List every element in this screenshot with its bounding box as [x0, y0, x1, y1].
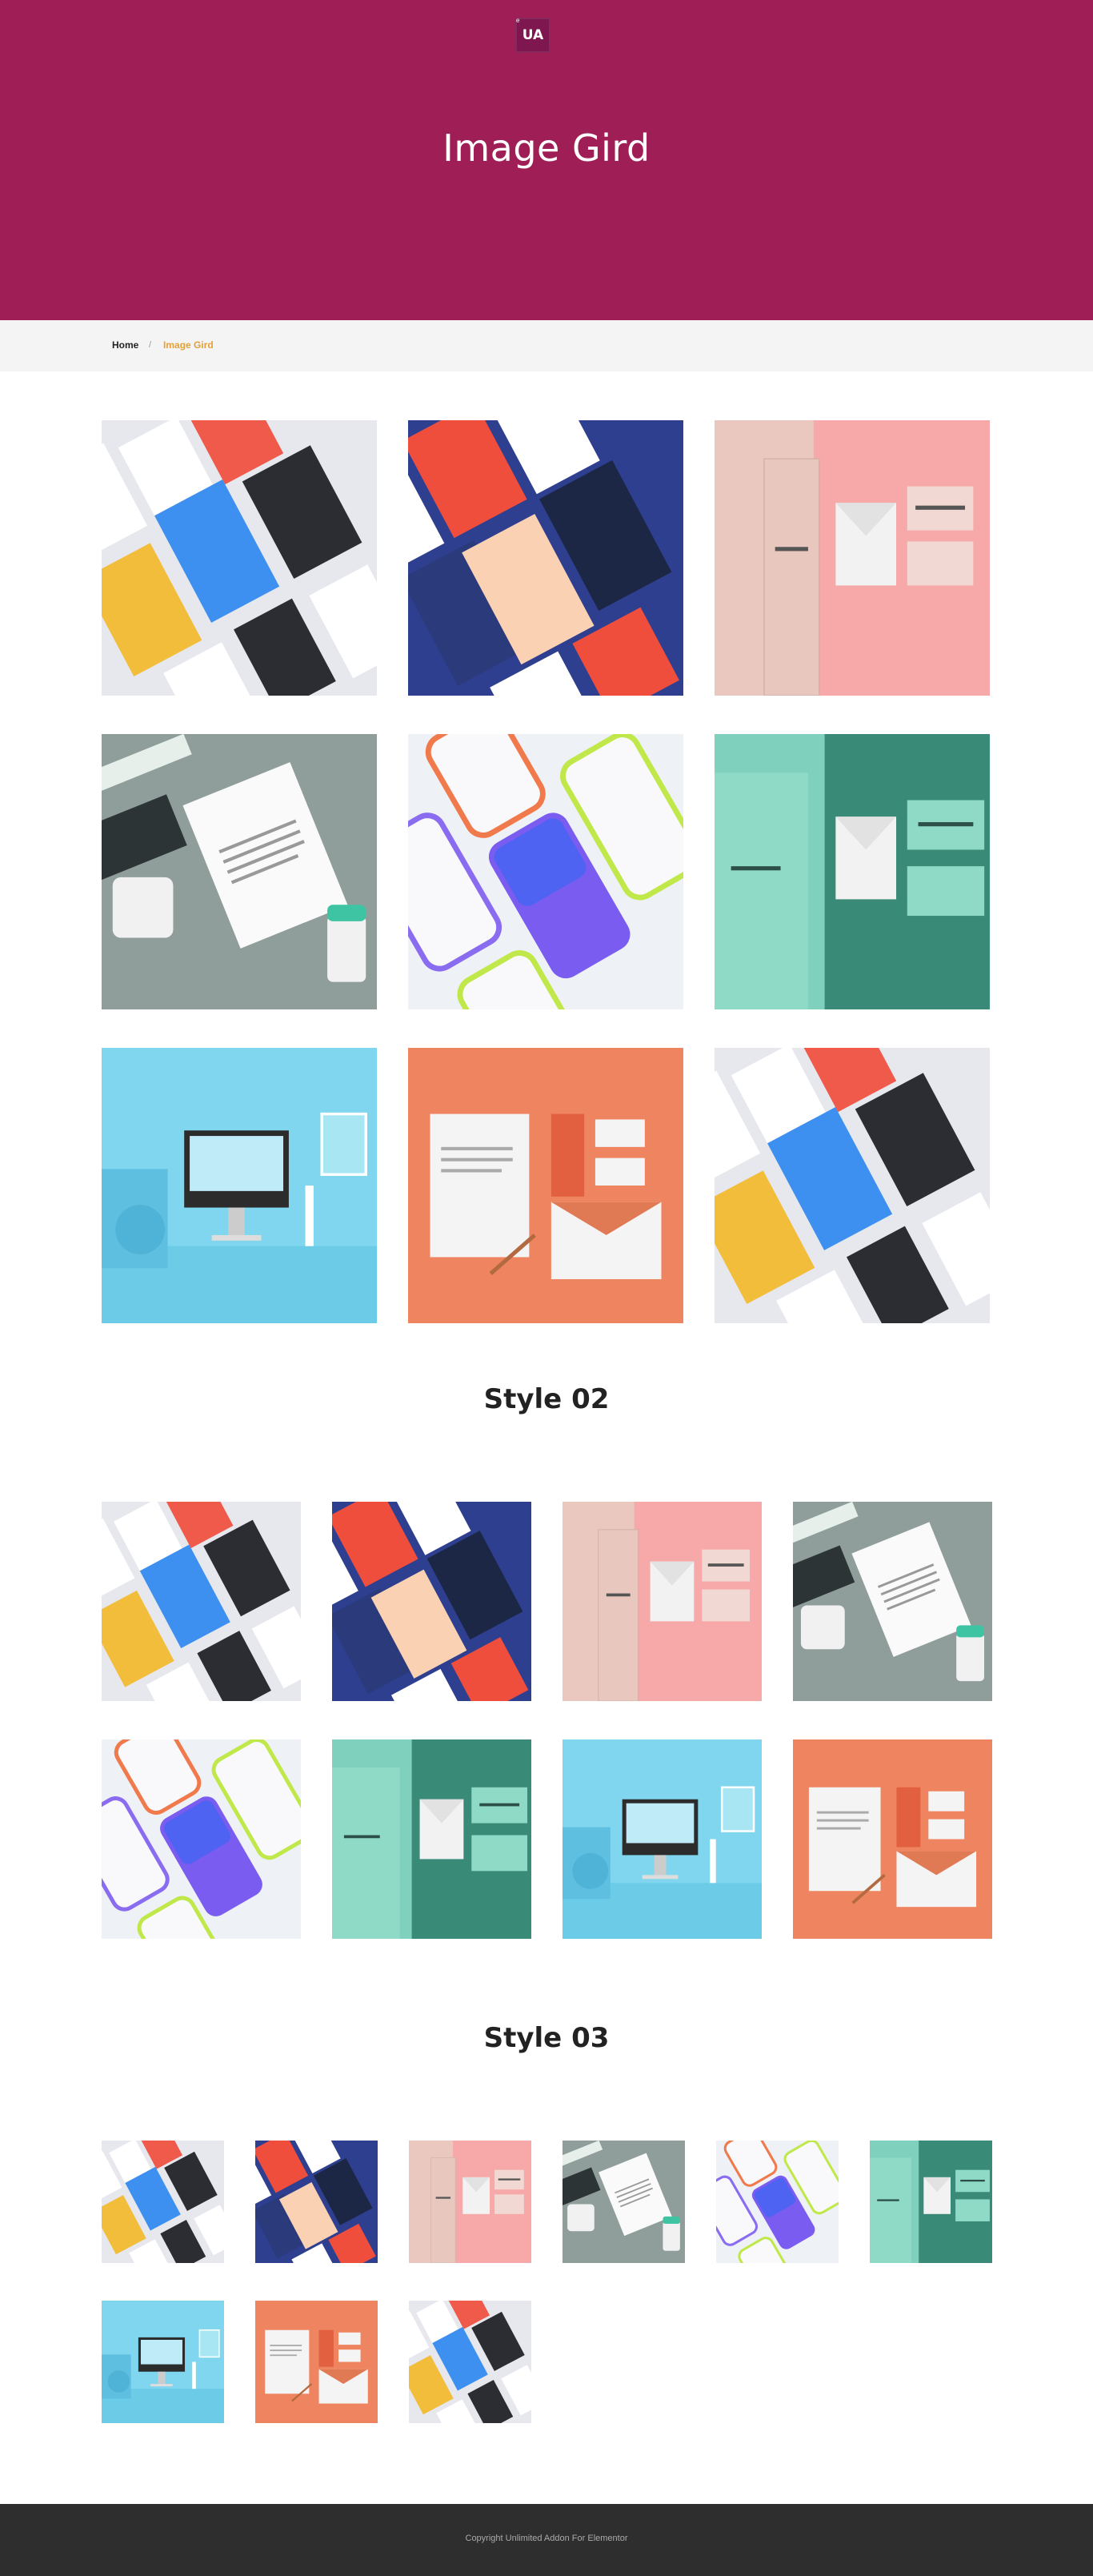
page-title: Image Gird [442, 126, 651, 170]
perspective-mockup-image [255, 2141, 378, 2263]
mockup-color-cards-image-tile[interactable] [409, 2301, 531, 2423]
iphone-x-mockup-image [408, 734, 683, 1009]
breadcrumb-current: Image Gird [163, 339, 214, 351]
pink-stationery-image-tile[interactable] [563, 1502, 762, 1701]
mint-stationery-image-tile[interactable] [870, 2141, 992, 2263]
mockup-color-cards-image [409, 2301, 531, 2423]
mockup-color-cards-image-tile[interactable] [715, 1048, 990, 1323]
section-title-style-03: Style 03 [483, 2022, 610, 2054]
mint-stationery-image [715, 734, 990, 1009]
letterhead-mug-image-tile[interactable] [563, 2141, 685, 2263]
breadcrumb-separator: / [149, 340, 152, 350]
perspective-mockup-image-tile[interactable] [408, 420, 683, 696]
section-title-style-02: Style 02 [483, 1383, 610, 1415]
mint-stationery-image [332, 1739, 531, 1939]
orange-stationery-image-tile[interactable] [408, 1048, 683, 1323]
orange-stationery-image [793, 1739, 992, 1939]
pink-stationery-image-tile[interactable] [715, 420, 990, 696]
mint-stationery-image-tile[interactable] [715, 734, 990, 1009]
pink-stationery-image [409, 2141, 531, 2263]
orange-stationery-image-tile[interactable] [255, 2301, 378, 2423]
letterhead-mug-image [563, 2141, 685, 2263]
perspective-mockup-image [408, 420, 683, 696]
mint-stationery-image [870, 2141, 992, 2263]
perspective-mockup-image-tile[interactable] [332, 1502, 531, 1701]
orange-stationery-image [255, 2301, 378, 2423]
mockup-color-cards-image-tile[interactable] [102, 1502, 301, 1701]
breadcrumb-home-link[interactable]: Home [112, 339, 138, 351]
blue-desk-computer-image [102, 1048, 377, 1323]
letterhead-mug-image-tile[interactable] [793, 1502, 992, 1701]
blue-desk-computer-image-tile[interactable] [563, 1739, 762, 1939]
mockup-color-cards-image [102, 420, 377, 696]
mockup-color-cards-image [102, 1502, 301, 1701]
perspective-mockup-image-tile[interactable] [255, 2141, 378, 2263]
iphone-x-mockup-image-tile[interactable] [716, 2141, 839, 2263]
iphone-x-mockup-image-tile[interactable] [408, 734, 683, 1009]
letterhead-mug-image [102, 734, 377, 1009]
blue-desk-computer-image [563, 1739, 762, 1939]
perspective-mockup-image [332, 1502, 531, 1701]
mint-stationery-image-tile[interactable] [332, 1739, 531, 1939]
blue-desk-computer-image [102, 2301, 224, 2423]
letterhead-mug-image [793, 1502, 992, 1701]
iphone-x-mockup-image [716, 2141, 839, 2263]
iphone-x-mockup-image-tile[interactable] [102, 1739, 301, 1939]
mockup-color-cards-image-tile[interactable] [102, 2141, 224, 2263]
mockup-color-cards-image [102, 2141, 224, 2263]
orange-stationery-image [408, 1048, 683, 1323]
mockup-color-cards-image-tile[interactable] [102, 420, 377, 696]
logo-text: UA [522, 27, 544, 43]
blue-desk-computer-image-tile[interactable] [102, 1048, 377, 1323]
pink-stationery-image [563, 1502, 762, 1701]
letterhead-mug-image-tile[interactable] [102, 734, 377, 1009]
pink-stationery-image-tile[interactable] [409, 2141, 531, 2263]
logo-mark: e [516, 17, 520, 24]
blue-desk-computer-image-tile[interactable] [102, 2301, 224, 2423]
pink-stationery-image [715, 420, 990, 696]
iphone-x-mockup-image [102, 1739, 301, 1939]
footer-copyright: Copyright Unlimited Addon For Elementor [465, 2534, 628, 2543]
mockup-color-cards-image [715, 1048, 990, 1323]
orange-stationery-image-tile[interactable] [793, 1739, 992, 1939]
